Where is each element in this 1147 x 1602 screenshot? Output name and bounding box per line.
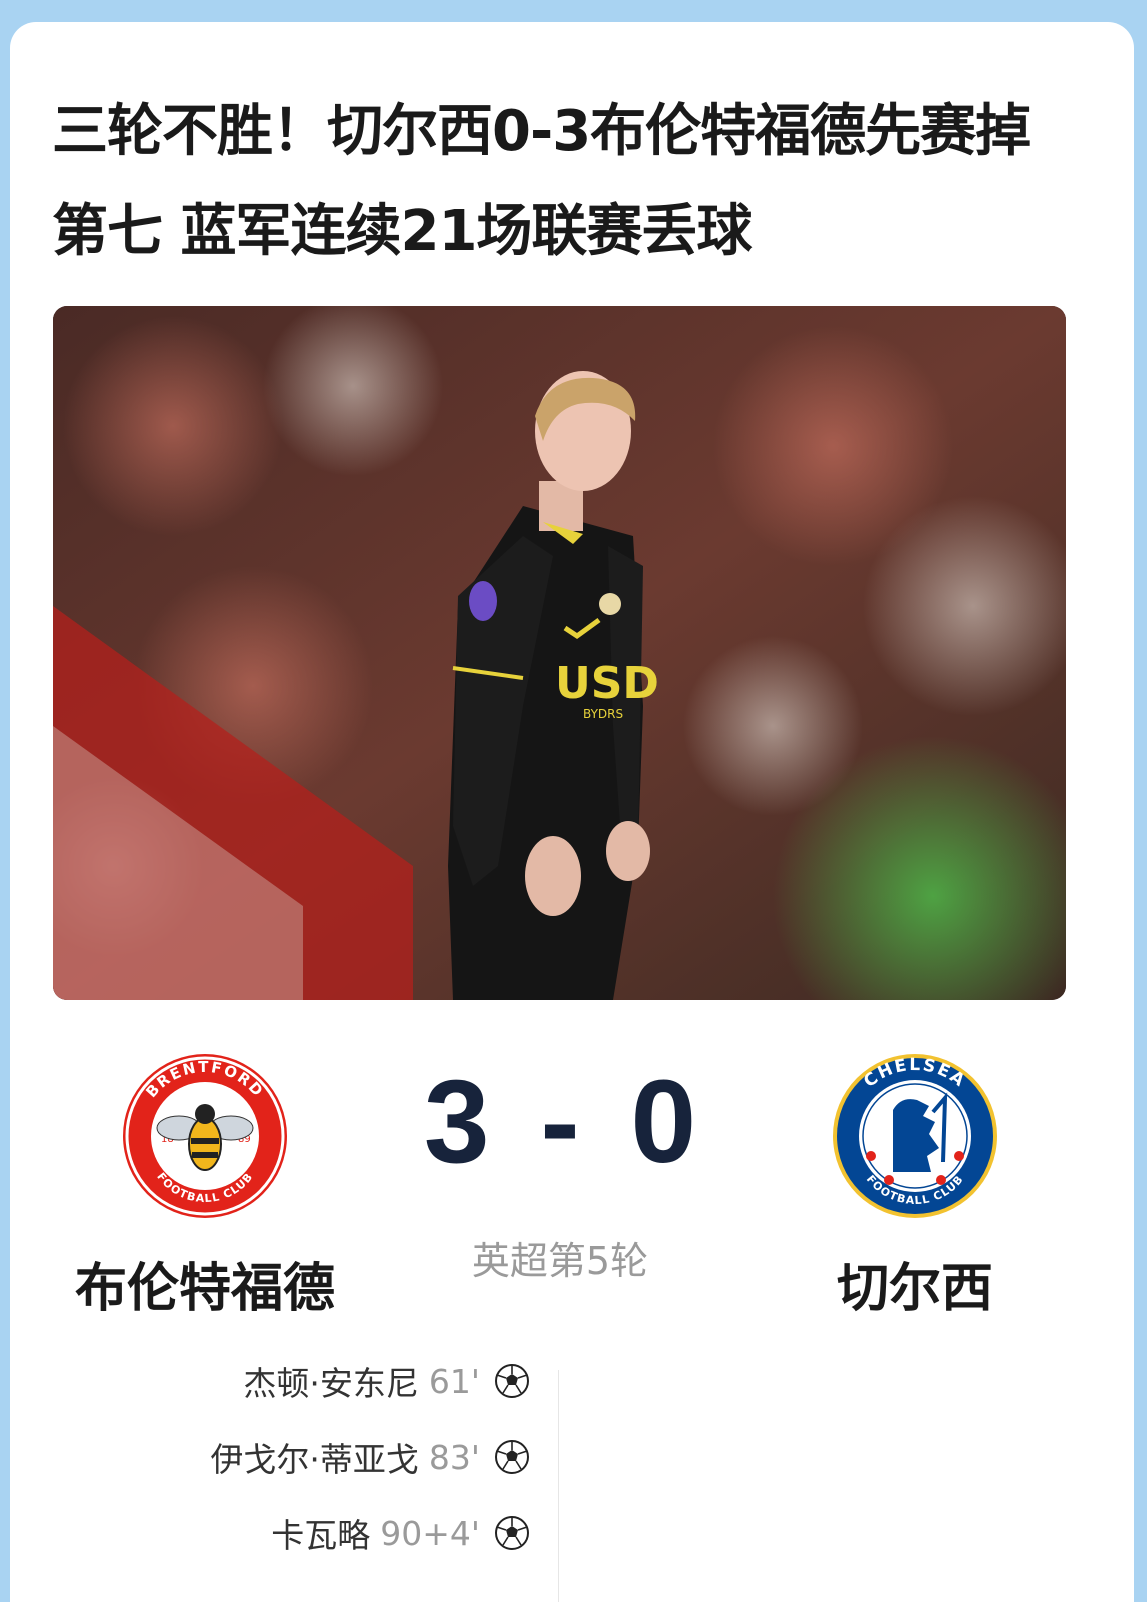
goal-scorer[interactable]: 卡瓦略 bbox=[271, 1509, 370, 1557]
svg-text:USD: USD bbox=[555, 658, 659, 709]
away-team[interactable]: CHELSEA FOOTBALL CLUB 切尔西 bbox=[770, 1052, 1060, 1321]
football-player-photo: USD BYDRS bbox=[53, 306, 1066, 1000]
away-team-name: 切尔西 bbox=[836, 1259, 993, 1319]
goal-divider bbox=[558, 1370, 559, 1602]
home-score: 3 bbox=[423, 1056, 490, 1188]
soccer-ball-icon bbox=[495, 1440, 529, 1474]
goal-minute: 90+4' bbox=[380, 1513, 480, 1553]
home-team-name: 布伦特福德 bbox=[74, 1259, 335, 1319]
svg-text:BYDRS: BYDRS bbox=[583, 707, 623, 721]
away-score: 0 bbox=[630, 1056, 697, 1188]
goal-event: 卡瓦略 90+4' bbox=[150, 1508, 530, 1558]
home-team[interactable]: BRENTFORD FOOTBALL CLUB 18 89 布伦特福德 bbox=[60, 1052, 350, 1321]
soccer-ball-icon bbox=[495, 1516, 529, 1550]
score-separator: - bbox=[540, 1056, 580, 1188]
chelsea-crest-icon: CHELSEA FOOTBALL CLUB bbox=[833, 1054, 997, 1218]
home-goal-list: 杰顿·安东尼 61' 伊戈尔·蒂亚戈 83' 卡瓦略 90+4' bbox=[150, 1356, 530, 1584]
goal-minute: 61' bbox=[428, 1361, 480, 1401]
goal-event: 伊戈尔·蒂亚戈 83' bbox=[150, 1432, 530, 1482]
goal-scorer[interactable]: 伊戈尔·蒂亚戈 bbox=[210, 1433, 419, 1481]
goal-minute: 83' bbox=[428, 1437, 480, 1477]
brentford-crest-icon: BRENTFORD FOOTBALL CLUB 18 89 bbox=[123, 1054, 287, 1218]
scoreboard: 3 - 0 英超第5轮 bbox=[400, 1052, 720, 1285]
article-headline: 三轮不胜！切尔西0-3布伦特福德先赛掉第七 蓝军连续21场联赛丢球 bbox=[52, 99, 1031, 264]
match-round: 英超第5轮 bbox=[471, 1239, 649, 1283]
soccer-ball-icon bbox=[495, 1364, 529, 1398]
goal-scorer[interactable]: 杰顿·安东尼 bbox=[243, 1357, 419, 1405]
hero-image[interactable]: USD BYDRS bbox=[53, 306, 1066, 1000]
goal-event: 杰顿·安东尼 61' bbox=[150, 1356, 530, 1406]
